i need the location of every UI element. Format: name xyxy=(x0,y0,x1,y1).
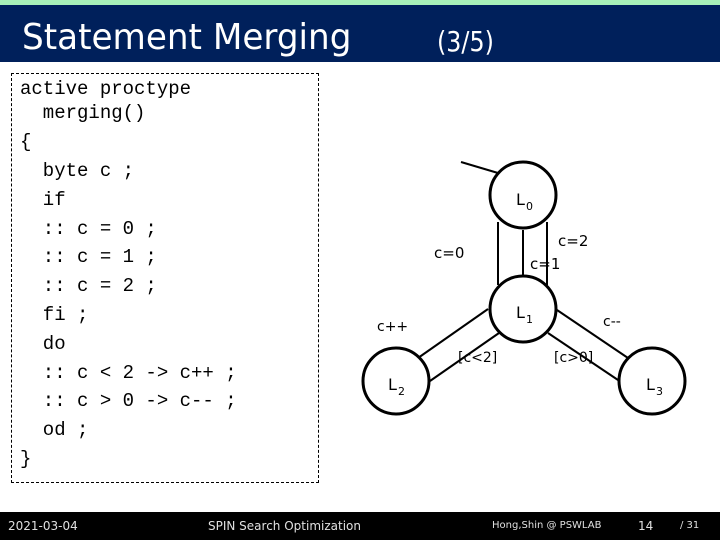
node-L0: L 0 xyxy=(488,160,558,230)
footer-course: SPIN Search Optimization xyxy=(208,519,361,533)
node-L3: L 3 xyxy=(617,346,687,416)
node-subscript: 0 xyxy=(526,200,533,213)
edge-label-c1: c=1 xyxy=(530,255,560,273)
node-L1: L 1 xyxy=(488,274,558,344)
footer-bar: 2021-03-04 SPIN Search Optimization Hong… xyxy=(0,512,720,540)
node-L2: L 2 xyxy=(361,346,431,416)
node-label: L xyxy=(516,190,525,209)
edge-label-c0: c=0 xyxy=(434,244,464,262)
initial-edge xyxy=(460,161,499,174)
node-subscript: 3 xyxy=(656,385,663,398)
footer-date: 2021-03-04 xyxy=(8,519,78,533)
node-subscript: 1 xyxy=(526,313,533,326)
edge-label-c2: c=2 xyxy=(558,232,588,250)
node-label: L xyxy=(388,375,397,394)
footer-page-total: / 31 xyxy=(680,520,700,531)
node-label: L xyxy=(646,375,655,394)
edge-label-guard-gt: [c>0] xyxy=(554,350,593,366)
node-label: L xyxy=(516,303,525,322)
state-diagram: L 0 L 1 L 2 L 3 c=0 c=1 c=2 c++ c-- [c<2… xyxy=(361,160,687,416)
edge-label-cinc: c++ xyxy=(377,319,408,335)
footer-page-number: 14 xyxy=(638,519,654,533)
footer-author: Hong,Shin @ PSWLAB xyxy=(492,520,602,531)
edge-label-guard-lt: [c<2] xyxy=(458,350,497,366)
node-subscript: 2 xyxy=(398,385,405,398)
edge-label-cdec: c-- xyxy=(603,314,621,330)
